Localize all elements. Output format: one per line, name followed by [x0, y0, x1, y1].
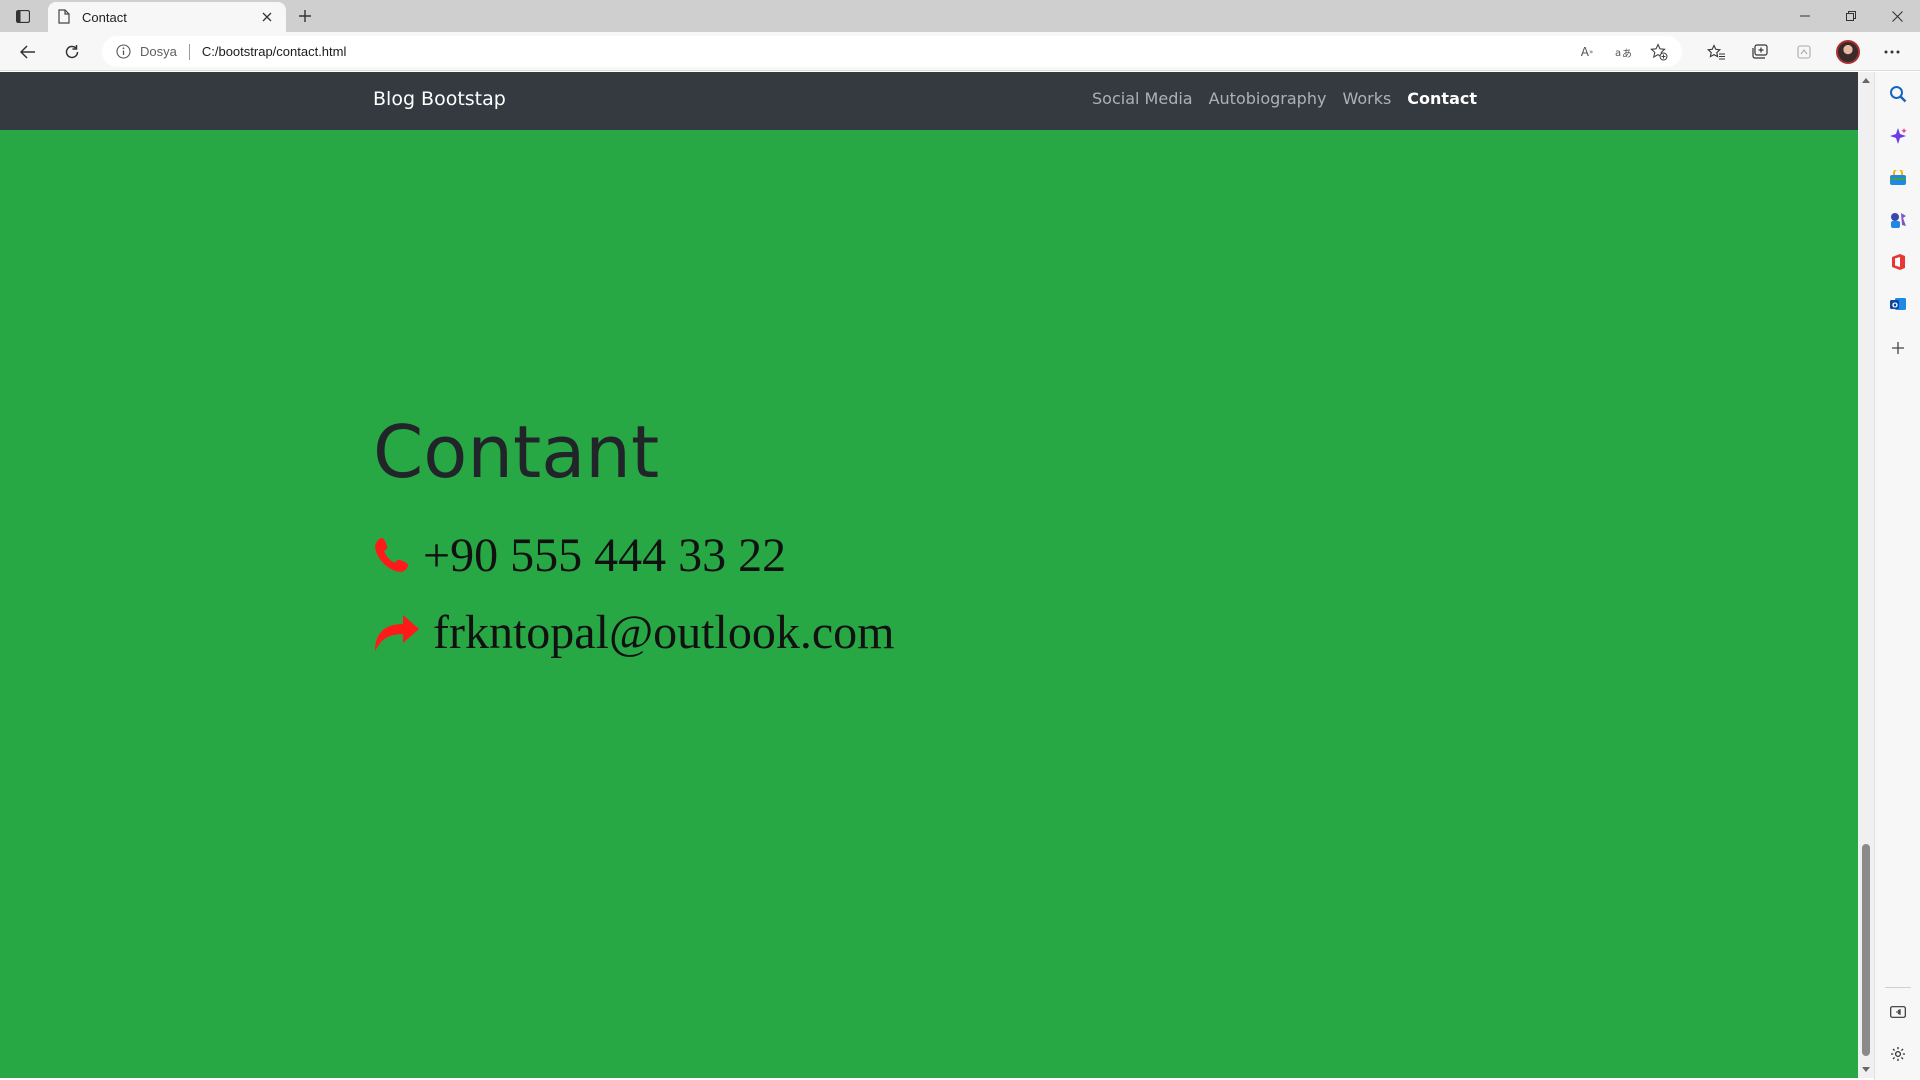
nav-link-contact[interactable]: Contact	[1407, 89, 1477, 108]
back-button[interactable]	[14, 38, 42, 66]
shopping-icon[interactable]	[1886, 166, 1910, 190]
copilot-icon[interactable]	[1886, 124, 1910, 148]
refresh-button[interactable]	[58, 38, 86, 66]
close-window-button[interactable]	[1874, 0, 1920, 32]
url-box[interactable]: Dosya C:/bootstrap/contact.html A» aあ	[102, 36, 1682, 67]
nav-link-social-media[interactable]: Social Media	[1092, 89, 1193, 108]
edge-sidebar: O	[1874, 72, 1920, 1080]
site-navbar: Blog Bootstap Social Media Autobiography…	[0, 72, 1858, 130]
phone-icon	[373, 534, 421, 578]
tab-title: Contact	[82, 9, 127, 25]
avatar	[1836, 40, 1860, 64]
extensions-icon[interactable]	[1788, 38, 1820, 66]
profile-button[interactable]	[1832, 38, 1864, 66]
scroll-thumb[interactable]	[1862, 844, 1870, 1056]
nav-link-autobiography[interactable]: Autobiography	[1209, 89, 1327, 108]
close-tab-icon[interactable]	[258, 8, 276, 26]
games-icon[interactable]	[1886, 208, 1910, 232]
scroll-down-icon[interactable]	[1858, 1062, 1874, 1078]
tab-bar: Contact	[0, 0, 1920, 32]
read-aloud-icon[interactable]: A»	[1576, 41, 1598, 63]
url-actions: A» aあ	[1576, 36, 1670, 67]
browser-tab[interactable]: Contact	[48, 2, 286, 32]
translate-icon[interactable]: aあ	[1612, 41, 1634, 63]
nav-link-works[interactable]: Works	[1342, 89, 1391, 108]
settings-gear-icon[interactable]	[1886, 1042, 1910, 1066]
info-icon[interactable]	[116, 43, 132, 60]
phone-number: +90 555 444 33 22	[423, 529, 787, 582]
url-text[interactable]: C:/bootstrap/contact.html	[202, 44, 347, 59]
navbar-brand[interactable]: Blog Bootstap	[373, 88, 506, 110]
page-title: Contant	[373, 410, 660, 494]
more-options-icon[interactable]	[1876, 38, 1908, 66]
navbar-links: Social Media Autobiography Works Contact	[1092, 89, 1477, 108]
scroll-up-icon[interactable]	[1858, 72, 1874, 88]
window-controls	[1782, 0, 1920, 32]
new-tab-button[interactable]	[292, 4, 318, 28]
page-viewport: Blog Bootstap Social Media Autobiography…	[0, 72, 1858, 1078]
site-label: Dosya	[140, 44, 177, 59]
svg-text:O: O	[1892, 302, 1898, 310]
search-icon[interactable]	[1886, 82, 1910, 106]
svg-text:あ: あ	[1622, 48, 1631, 59]
share-arrow-icon	[373, 611, 421, 655]
add-favorite-icon[interactable]	[1648, 41, 1670, 63]
page-scrollbar[interactable]	[1858, 72, 1874, 1078]
outlook-icon[interactable]: O	[1886, 292, 1910, 316]
collections-icon[interactable]	[1744, 38, 1776, 66]
restore-button[interactable]	[1828, 0, 1874, 32]
sidebar-layout-icon[interactable]	[1886, 1000, 1910, 1024]
tab-actions-icon[interactable]	[12, 6, 34, 26]
browser-toolbar	[1700, 38, 1908, 66]
phone-row: +90 555 444 33 22	[373, 529, 894, 583]
contact-section: Contant +90 555 444 33 22 frkntopal@outl…	[373, 416, 894, 660]
url-separator	[188, 43, 190, 60]
email-address[interactable]: frkntopal@outlook.com	[433, 606, 894, 660]
email-row: frkntopal@outlook.com	[373, 606, 894, 660]
sidebar-divider	[1885, 987, 1911, 988]
minimize-button[interactable]	[1782, 0, 1828, 32]
page-icon	[58, 9, 72, 25]
address-bar: Dosya C:/bootstrap/contact.html A» aあ	[0, 32, 1920, 71]
svg-text:a: a	[1615, 48, 1621, 59]
office-icon[interactable]	[1886, 250, 1910, 274]
add-icon[interactable]	[1886, 336, 1910, 360]
favorites-icon[interactable]	[1700, 38, 1732, 66]
